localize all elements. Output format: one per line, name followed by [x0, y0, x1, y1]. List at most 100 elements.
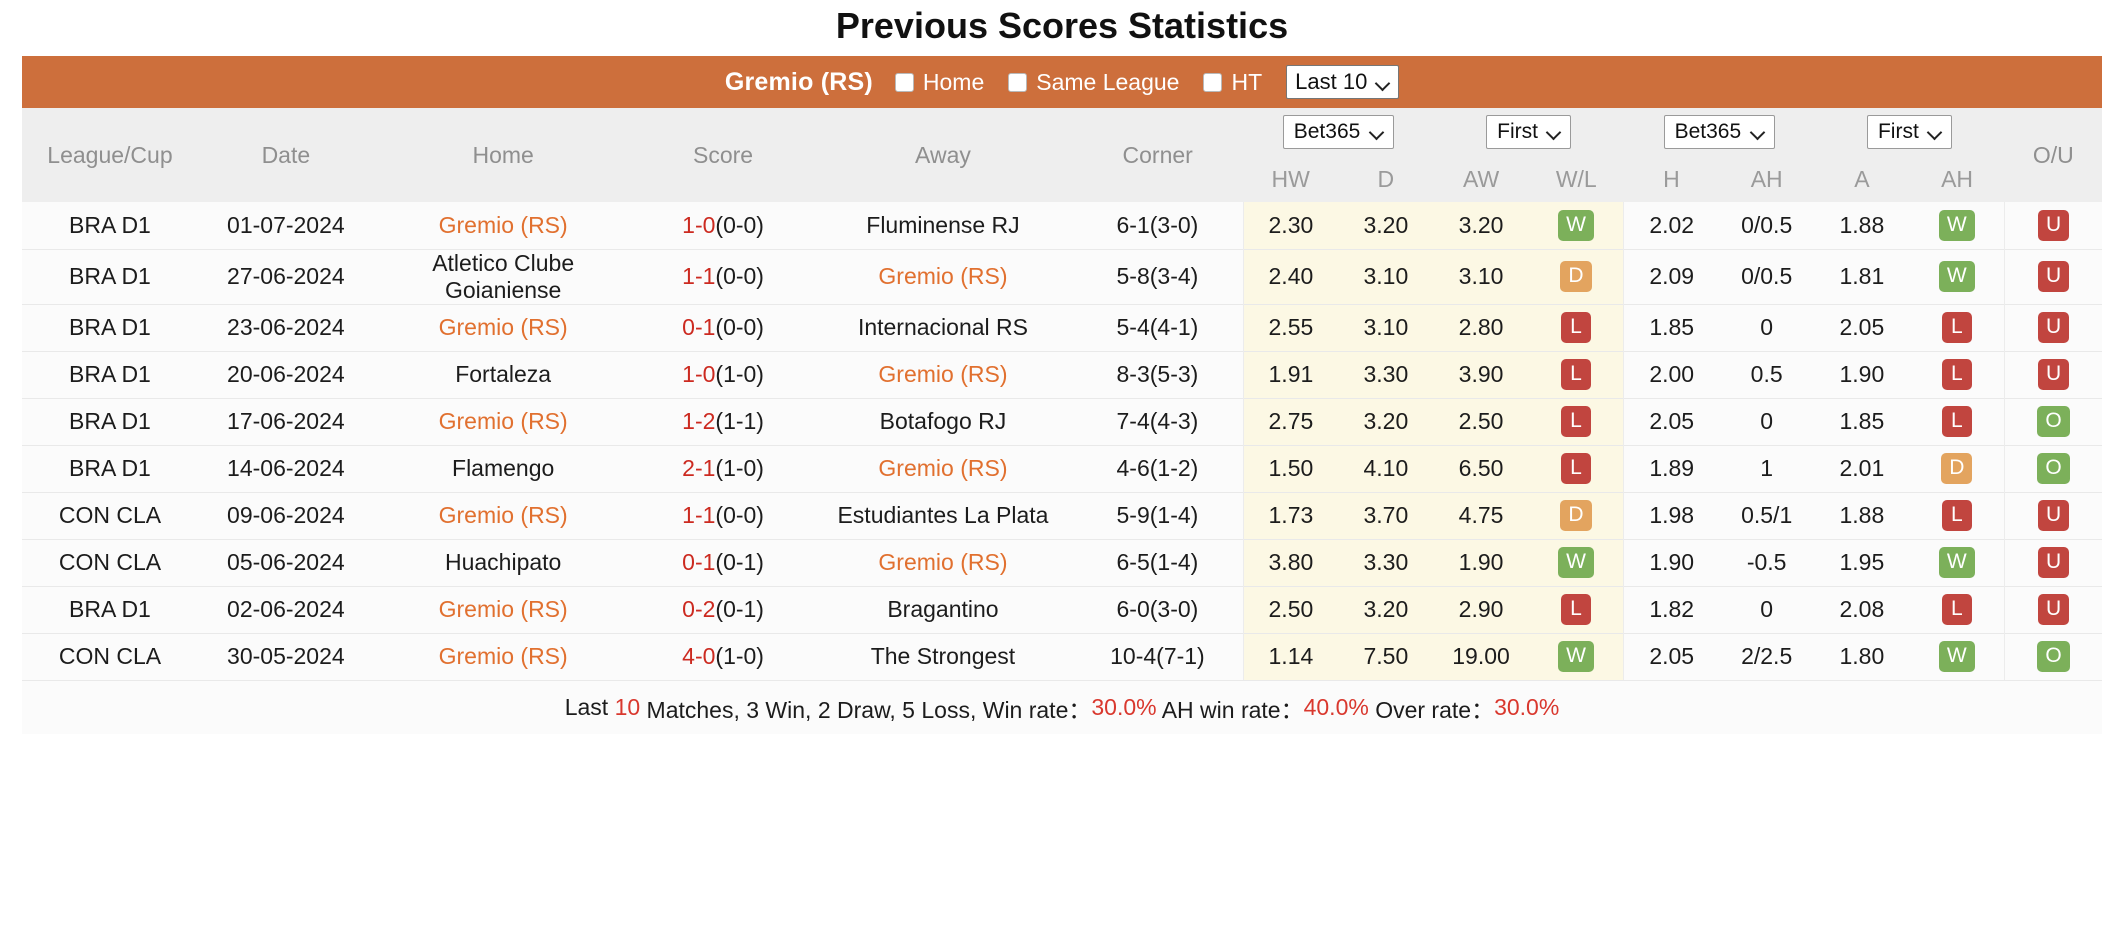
- summary-over-label: Over rate：: [1368, 696, 1495, 723]
- cell-ah-result: W: [1909, 248, 2005, 304]
- cell-date: 27-06-2024: [197, 248, 374, 304]
- cell-away: The Strongest: [813, 632, 1073, 680]
- cell-away: Gremio (RS): [813, 248, 1073, 304]
- group2-period-select[interactable]: First: [1866, 115, 1952, 149]
- cell-home: Gremio (RS): [373, 632, 633, 680]
- col-hw: HW: [1243, 156, 1339, 202]
- home-team[interactable]: Gremio (RS): [439, 314, 568, 340]
- home-team[interactable]: Gremio (RS): [439, 502, 568, 528]
- summary-match-count: 10: [614, 694, 641, 720]
- score-halftime: (1-0): [715, 455, 764, 481]
- table-row[interactable]: BRA D1 27-06-2024 Atletico Clube Goianiens…: [22, 248, 2102, 304]
- score-halftime: (1-0): [715, 643, 764, 670]
- cell-away: Bragantino: [813, 585, 1073, 633]
- score-halftime: (0-0): [715, 211, 764, 238]
- away-team[interactable]: Gremio (RS): [878, 361, 1007, 387]
- cell-date: 17-06-2024: [197, 397, 374, 445]
- result-badge: D: [1560, 499, 1592, 532]
- cell-h: 2.05: [1623, 632, 1720, 680]
- cell-score: 1-0(0-0): [632, 202, 814, 249]
- cell-league: BRA D1: [22, 444, 198, 492]
- cell-hw: 2.50: [1242, 585, 1339, 633]
- away-team[interactable]: Estudiantes La Plata: [837, 502, 1048, 528]
- col-d: D: [1338, 156, 1434, 202]
- cell-d: 4.10: [1338, 444, 1434, 492]
- cell-h: 1.90: [1623, 538, 1720, 586]
- cell-ou: O: [2004, 632, 2102, 680]
- cell-league: BRA D1: [22, 202, 198, 249]
- group1-period-select[interactable]: First: [1486, 115, 1572, 149]
- home-team[interactable]: Gremio (RS): [439, 643, 568, 669]
- cell-hw: 2.30: [1242, 202, 1339, 249]
- cell-a: 2.01: [1814, 444, 1910, 492]
- cell-league: CON CLA: [22, 632, 198, 680]
- away-team[interactable]: Bragantino: [887, 596, 998, 622]
- filter-same-league[interactable]: Same League: [1008, 69, 1179, 96]
- away-team[interactable]: Fluminense RJ: [866, 212, 1019, 238]
- cell-h: 1.89: [1623, 444, 1720, 492]
- cell-ah-line: 0: [1719, 303, 1815, 351]
- cell-hw: 1.73: [1242, 491, 1339, 539]
- table-row[interactable]: BRA D1 17-06-2024 Gremio (RS) 1-2(1-1) Botaf…: [22, 397, 2102, 445]
- filter-ht[interactable]: HT: [1203, 69, 1262, 96]
- cell-h: 2.05: [1623, 397, 1720, 445]
- cell-date: 02-06-2024: [197, 585, 374, 633]
- page-title: Previous Scores Statistics: [835, 5, 1289, 46]
- table-row[interactable]: CON CLA 30-05-2024 Gremio (RS) 4-0(1-0) The …: [22, 632, 2102, 680]
- cell-score: 1-1(0-0): [632, 248, 814, 304]
- away-team[interactable]: Gremio (RS): [878, 455, 1007, 481]
- away-team[interactable]: Internacional RS: [858, 314, 1028, 340]
- home-team[interactable]: Gremio (RS): [439, 212, 568, 238]
- filter-home[interactable]: Home: [894, 69, 984, 96]
- table-row[interactable]: BRA D1 01-07-2024 Gremio (RS) 1-0(0-0) Flumi…: [22, 202, 2102, 249]
- score-halftime: (0-1): [715, 596, 764, 622]
- cell-d: 3.10: [1338, 303, 1434, 351]
- home-team[interactable]: Huachipato: [445, 549, 561, 575]
- cell-home: Gremio (RS): [373, 397, 633, 445]
- cell-d: 3.20: [1338, 202, 1434, 249]
- cell-a: 1.88: [1814, 491, 1910, 539]
- table-row[interactable]: BRA D1 23-06-2024 Gremio (RS) 0-1(0-0) Inter…: [22, 303, 2102, 351]
- checkbox-home[interactable]: [894, 72, 914, 92]
- score-fulltime: 1-0: [682, 361, 716, 387]
- away-team[interactable]: Gremio (RS): [878, 263, 1007, 289]
- cell-wl: L: [1528, 350, 1624, 398]
- cell-score: 1-2(1-1): [632, 397, 814, 445]
- table-head: League/Cup Date Home Score Away Corner B…: [22, 108, 2102, 202]
- cell-corner: 5-4(4-1): [1072, 303, 1244, 351]
- table-row[interactable]: BRA D1 14-06-2024 Flamengo 2-1(1-0) Gremio (…: [22, 444, 2102, 492]
- away-team[interactable]: Gremio (RS): [878, 549, 1007, 575]
- away-team[interactable]: The Strongest: [871, 643, 1015, 669]
- home-team[interactable]: Fortaleza: [455, 361, 551, 387]
- group1-bookmaker-select[interactable]: Bet365: [1282, 115, 1394, 149]
- group2-bookmaker-select[interactable]: Bet365: [1663, 115, 1775, 149]
- home-team[interactable]: Gremio (RS): [439, 408, 568, 434]
- table-row[interactable]: CON CLA 09-06-2024 Gremio (RS) 1-1(0-0) Estu…: [22, 491, 2102, 539]
- cell-score: 1-0(1-0): [632, 350, 814, 398]
- cell-corner: 5-9(1-4): [1072, 491, 1244, 539]
- cell-hw: 3.80: [1242, 538, 1339, 586]
- summary-ah-label: AH win rate：: [1156, 696, 1304, 723]
- cell-aw: 2.50: [1433, 397, 1529, 445]
- result-badge: L: [1561, 405, 1591, 438]
- cell-a: 2.08: [1814, 585, 1910, 633]
- home-team[interactable]: Flamengo: [452, 455, 554, 481]
- result-badge: W: [1938, 546, 1975, 579]
- score-fulltime: 0-1: [682, 549, 716, 575]
- away-team[interactable]: Botafogo RJ: [880, 408, 1007, 434]
- group2-bookmaker-cell: Bet365: [1623, 108, 1815, 156]
- match-range-select[interactable]: Last 10: [1286, 65, 1400, 99]
- checkbox-same-league[interactable]: [1008, 72, 1028, 92]
- table-row[interactable]: BRA D1 02-06-2024 Gremio (RS) 0-2(0-1) Braga…: [22, 585, 2102, 633]
- cell-corner: 7-4(4-3): [1072, 397, 1244, 445]
- home-team[interactable]: Gremio (RS): [439, 596, 568, 622]
- checkbox-ht[interactable]: [1203, 72, 1223, 92]
- home-team[interactable]: Atletico Clube Goianiense: [432, 250, 574, 303]
- cell-aw: 4.75: [1433, 491, 1529, 539]
- cell-date: 01-07-2024: [197, 202, 374, 249]
- cell-d: 3.20: [1338, 397, 1434, 445]
- cell-wl: D: [1528, 248, 1624, 304]
- table-row[interactable]: BRA D1 20-06-2024 Fortaleza 1-0(1-0) Gremio …: [22, 350, 2102, 398]
- cell-d: 3.30: [1338, 538, 1434, 586]
- table-row[interactable]: CON CLA 05-06-2024 Huachipato 0-1(0-1) Gremi…: [22, 538, 2102, 586]
